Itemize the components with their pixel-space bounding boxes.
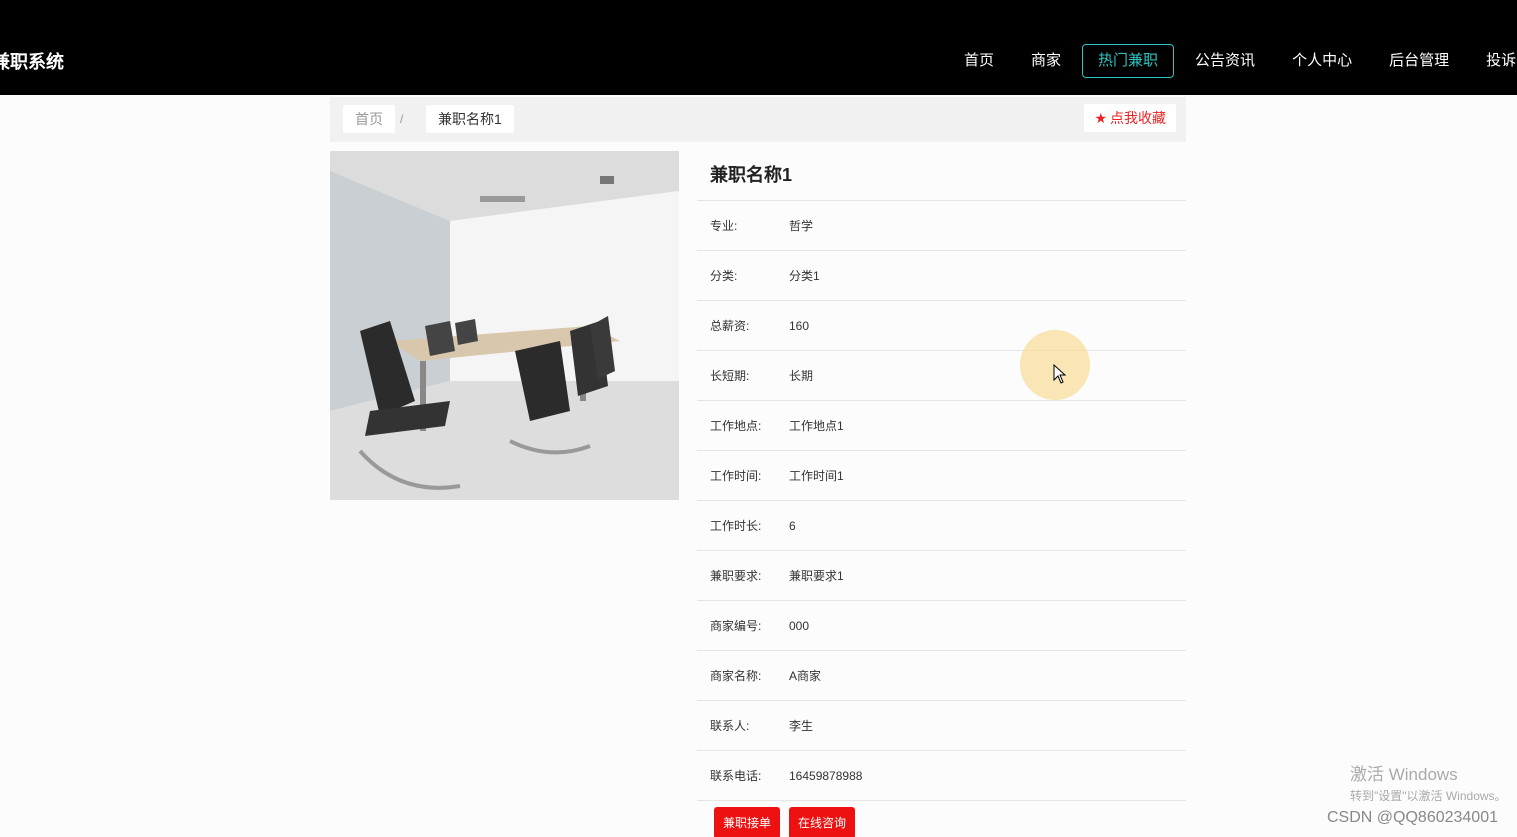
field-label: 联系人: <box>710 719 750 733</box>
field-value: 工作地点1 <box>789 419 844 433</box>
take-job-button[interactable]: 兼职接单 <box>714 807 781 837</box>
activation-title: 激活 Windows <box>1350 765 1458 784</box>
windows-activation-watermark: 激活 Windows 转到"设置"以激活 Windows。 <box>1350 760 1507 804</box>
nav-item-admin[interactable]: 后台管理 <box>1373 44 1465 78</box>
activation-subtitle: 转到"设置"以激活 Windows。 <box>1350 789 1507 803</box>
detail-row: 商家编号: 000 <box>697 601 1186 651</box>
detail-row: 工作时间: 工作时间1 <box>697 451 1186 501</box>
nav-item-home[interactable]: 首页 <box>948 44 1010 78</box>
field-value: 工作时间1 <box>789 469 844 483</box>
field-value: 6 <box>789 518 796 533</box>
field-label: 长短期: <box>710 369 750 383</box>
main-content: 首页 / 兼职名称1 ★ 点我收藏 兼职名称1 专业: 哲学 分类: 分类1 总… <box>330 97 1186 837</box>
field-label: 联系电话: <box>710 769 762 783</box>
breadcrumb: 首页 / 兼职名称1 ★ 点我收藏 <box>330 97 1186 142</box>
main-nav: 首页 商家 热门兼职 公告资讯 个人中心 后台管理 投诉 <box>948 43 1517 78</box>
detail-row: 专业: 哲学 <box>697 201 1186 251</box>
nav-item-complaint[interactable]: 投诉 <box>1470 44 1517 78</box>
detail-row: 总薪资: 160 <box>697 301 1186 351</box>
nav-item-hot-jobs[interactable]: 热门兼职 <box>1082 43 1175 78</box>
detail-row: 商家名称: A商家 <box>697 651 1186 701</box>
field-label: 商家编号: <box>710 619 762 633</box>
top-navbar: 兼职系统 首页 商家 热门兼职 公告资讯 个人中心 后台管理 投诉 <box>0 0 1517 95</box>
field-label: 兼职要求: <box>710 569 762 583</box>
job-title: 兼职名称1 <box>697 151 1186 201</box>
detail-row: 长短期: 长期 <box>697 351 1186 401</box>
field-label: 工作时间: <box>710 469 762 483</box>
detail-row: 分类: 分类1 <box>697 251 1186 301</box>
favorite-button[interactable]: ★ 点我收藏 <box>1084 104 1176 132</box>
site-brand[interactable]: 兼职系统 <box>0 48 64 74</box>
detail-row: 联系人: 李生 <box>697 701 1186 751</box>
field-value: A商家 <box>789 669 822 683</box>
field-value: 长期 <box>789 369 814 383</box>
field-label: 总薪资: <box>710 319 750 333</box>
field-value: 000 <box>789 618 810 633</box>
field-label: 专业: <box>710 219 738 233</box>
breadcrumb-home[interactable]: 首页 <box>343 105 395 133</box>
detail-row: 工作地点: 工作地点1 <box>697 401 1186 451</box>
field-value: 16459878988 <box>789 768 863 783</box>
nav-item-profile[interactable]: 个人中心 <box>1276 44 1368 78</box>
detail-row: 联系电话: 16459878988 <box>697 751 1186 801</box>
field-value: 李生 <box>789 719 814 733</box>
field-label: 工作地点: <box>710 419 762 433</box>
job-photo <box>330 151 679 500</box>
field-value: 哲学 <box>789 219 814 233</box>
job-detail: 兼职名称1 专业: 哲学 分类: 分类1 总薪资: 160 长短期: 长期 工作地点: 工… <box>697 151 1186 837</box>
field-value: 分类1 <box>789 269 820 283</box>
breadcrumb-current: 兼职名称1 <box>426 105 514 133</box>
field-label: 分类: <box>710 269 738 283</box>
breadcrumb-separator: / <box>400 112 404 126</box>
online-consult-button[interactable]: 在线咨询 <box>789 807 856 837</box>
csdn-watermark: CSDN @QQ860234001 <box>1327 809 1498 826</box>
detail-row: 工作时长: 6 <box>697 501 1186 551</box>
nav-item-news[interactable]: 公告资讯 <box>1179 44 1271 78</box>
meeting-room-image <box>330 151 679 500</box>
nav-item-merchant[interactable]: 商家 <box>1015 44 1077 78</box>
star-icon: ★ <box>1094 110 1107 126</box>
field-label: 商家名称: <box>710 669 762 683</box>
detail-row: 兼职要求: 兼职要求1 <box>697 551 1186 601</box>
mouse-pointer-icon <box>1053 364 1067 384</box>
field-label: 工作时长: <box>710 519 762 533</box>
action-bar: 兼职接单 在线咨询 <box>697 807 1186 837</box>
field-value: 兼职要求1 <box>789 569 844 583</box>
favorite-label: 点我收藏 <box>1110 110 1166 126</box>
field-value: 160 <box>789 318 810 333</box>
